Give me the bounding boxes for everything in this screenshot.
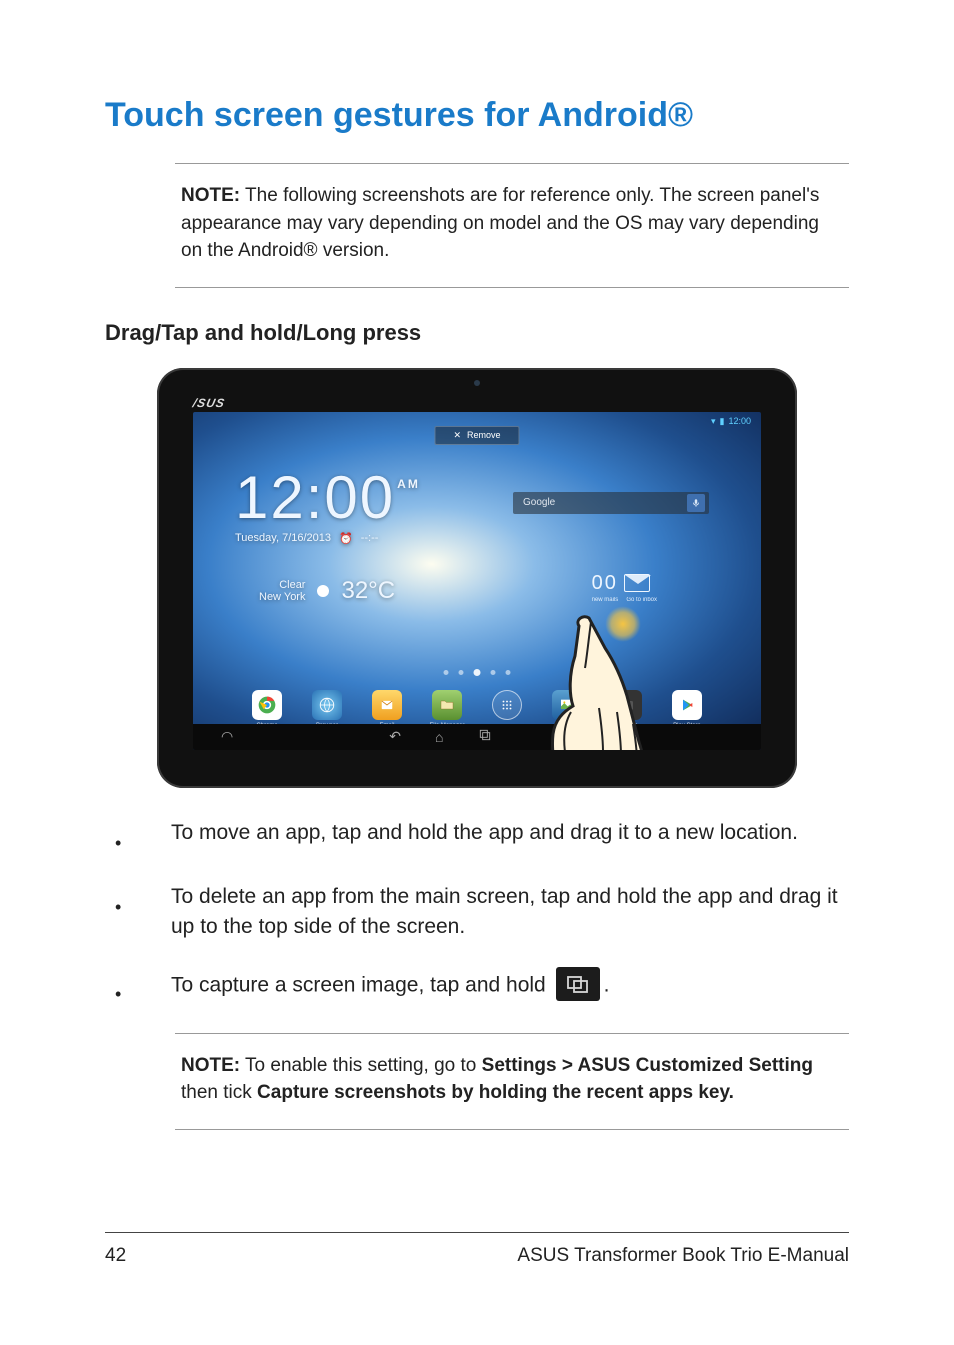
nav-home-icon[interactable]: ⌂ bbox=[435, 729, 443, 745]
status-bar: ▾ ▮ 12:00 bbox=[711, 416, 751, 427]
battery-icon: ▮ bbox=[720, 416, 725, 427]
note-label: NOTE: bbox=[181, 1055, 240, 1076]
tablet-camera-dot bbox=[474, 380, 480, 386]
search-placeholder: Google bbox=[523, 497, 555, 508]
note2-t1: To enable this setting, go to bbox=[240, 1055, 482, 1076]
camera-app-icon[interactable]: Camera bbox=[612, 690, 642, 720]
mic-icon[interactable] bbox=[687, 494, 705, 512]
nav-recent-icon[interactable] bbox=[477, 728, 493, 745]
page-title: Touch screen gestures for Android® bbox=[105, 96, 849, 135]
google-search-bar[interactable]: Google bbox=[513, 492, 709, 514]
mail-label-left: new mails bbox=[592, 597, 619, 603]
note2-t2: then tick bbox=[181, 1082, 257, 1103]
mail-widget[interactable]: 00 new mails Go to inbox bbox=[592, 572, 657, 603]
clock-ampm: AM bbox=[397, 478, 420, 490]
capture-pre: To capture a screen image, tap and hold bbox=[171, 973, 552, 996]
alarm-icon: ⏰ bbox=[339, 532, 353, 545]
clock-time-text: 12:00 bbox=[235, 468, 395, 528]
browser-app-icon[interactable]: Browser bbox=[312, 690, 342, 720]
tablet-screen: ▾ ▮ 12:00 ✕ Remove 12:00 AM Tuesday, 7/1… bbox=[193, 412, 761, 750]
nav-back-icon[interactable]: ↶ bbox=[389, 728, 401, 745]
remove-drop-target[interactable]: ✕ Remove bbox=[434, 426, 519, 445]
recent-apps-key-icon bbox=[556, 967, 600, 1001]
bullet-item-delete: • To delete an app from the main screen,… bbox=[115, 882, 849, 943]
drag-glow-indicator bbox=[605, 606, 641, 642]
weather-city: New York bbox=[259, 591, 305, 603]
bullet-item-move: • To move an app, tap and hold the app a… bbox=[115, 818, 849, 856]
doc-title-footer: ASUS Transformer Book Trio E-Manual bbox=[517, 1245, 849, 1267]
dock-row: Chrome Browser Email File Manager bbox=[193, 690, 761, 720]
bullet-list: • To move an app, tap and hold the app a… bbox=[115, 818, 849, 1007]
note-block-bottom: NOTE: To enable this setting, go to Sett… bbox=[175, 1033, 849, 1130]
note-text: The following screenshots are for refere… bbox=[181, 185, 819, 261]
playstore-app-icon[interactable]: Play Store bbox=[672, 690, 702, 720]
bullet-text: To move an app, tap and hold the app and… bbox=[171, 818, 798, 856]
bullet-text: To delete an app from the main screen, t… bbox=[171, 882, 849, 943]
page-footer: 42 ASUS Transformer Book Trio E-Manual bbox=[105, 1232, 849, 1267]
weather-temp: 32°C bbox=[341, 577, 395, 605]
note-label: NOTE: bbox=[181, 185, 240, 206]
android-nav-bar: ◠ ↶ ⌂ bbox=[193, 724, 761, 750]
bullet-dot: • bbox=[115, 830, 123, 856]
remove-label: Remove bbox=[467, 430, 501, 440]
email-app-icon[interactable]: Email bbox=[372, 690, 402, 720]
note2-bold2: Capture screenshots by holding the recen… bbox=[257, 1082, 734, 1103]
page-number: 42 bbox=[105, 1245, 126, 1267]
wifi-icon: ▾ bbox=[711, 416, 716, 427]
clock-widget[interactable]: 12:00 AM Tuesday, 7/16/2013 ⏰ --:-- bbox=[235, 468, 420, 545]
status-time: 12:00 bbox=[728, 416, 751, 426]
asus-logo: /SUS bbox=[192, 396, 227, 410]
bullet-dot: • bbox=[115, 981, 123, 1007]
all-apps-button[interactable] bbox=[492, 690, 522, 720]
page-indicator[interactable] bbox=[444, 670, 511, 676]
mail-label-right: Go to inbox bbox=[626, 597, 657, 603]
bullet-item-capture: • To capture a screen image, tap and hol… bbox=[115, 969, 849, 1007]
clock-date-text: Tuesday, 7/16/2013 bbox=[235, 532, 331, 544]
nav-notifications-icon[interactable]: ◠ bbox=[221, 728, 233, 745]
chrome-app-icon[interactable]: Chrome bbox=[252, 690, 282, 720]
gallery-app-icon[interactable] bbox=[552, 690, 582, 720]
note2-bold1: Settings > ASUS Customized Setting bbox=[482, 1055, 813, 1076]
mail-count: 00 bbox=[592, 572, 618, 595]
weather-widget[interactable]: Clear New York 32°C bbox=[259, 577, 395, 605]
tablet-frame: /SUS ▾ ▮ 12:00 ✕ Remove 12:00 AM bbox=[157, 368, 797, 788]
envelope-icon bbox=[624, 574, 650, 592]
bullet-dot: • bbox=[115, 894, 123, 943]
weather-condition: Clear bbox=[259, 579, 305, 591]
note-block-top: NOTE: The following screenshots are for … bbox=[175, 163, 849, 288]
close-x-icon: ✕ bbox=[453, 430, 461, 441]
sun-icon bbox=[313, 581, 333, 601]
filemgr-app-icon[interactable]: File Manager bbox=[432, 690, 462, 720]
bullet-text: To capture a screen image, tap and hold … bbox=[171, 969, 609, 1007]
alarm-placeholder: --:-- bbox=[361, 532, 379, 544]
tablet-screenshot: /SUS ▾ ▮ 12:00 ✕ Remove 12:00 AM bbox=[105, 368, 849, 788]
section-subhead: Drag/Tap and hold/Long press bbox=[105, 320, 849, 346]
capture-post: . bbox=[604, 973, 610, 996]
